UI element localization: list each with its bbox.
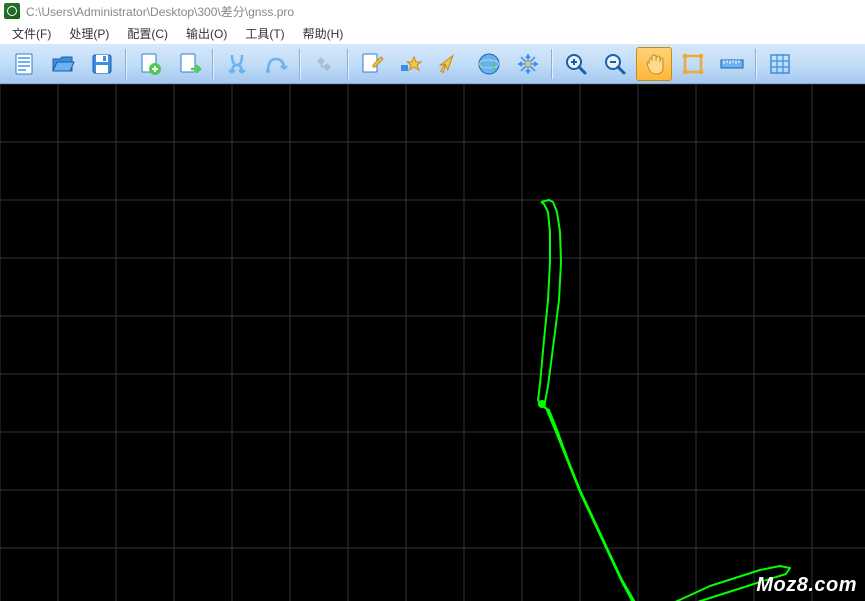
toolbar (0, 44, 865, 84)
pan-button[interactable] (636, 47, 672, 81)
route-button[interactable] (258, 47, 294, 81)
measure-star-button[interactable] (393, 47, 429, 81)
separator (212, 49, 214, 79)
globe-button[interactable] (471, 47, 507, 81)
menu-config[interactable]: 配置(C) (119, 23, 176, 44)
new-project-button[interactable] (6, 47, 42, 81)
menu-help[interactable]: 帮助(H) (295, 23, 352, 44)
menu-output[interactable]: 输出(O) (178, 23, 235, 44)
menu-process[interactable]: 处理(P) (61, 23, 117, 44)
save-project-button[interactable] (84, 47, 120, 81)
zoom-out-button[interactable] (597, 47, 633, 81)
compass-button[interactable] (510, 47, 546, 81)
app-icon (4, 3, 20, 19)
menu-file[interactable]: 文件(F) (4, 23, 59, 44)
titlebar: C:\Users\Administrator\Desktop\300\差分\gn… (0, 0, 865, 22)
pointer-button[interactable] (432, 47, 468, 81)
separator (347, 49, 349, 79)
watermark: Moz8.com (756, 574, 857, 597)
gnss-track (0, 84, 865, 601)
grid-button[interactable] (762, 47, 798, 81)
zoom-in-button[interactable] (558, 47, 594, 81)
add-file-button[interactable] (132, 47, 168, 81)
canvas-area[interactable]: Moz8.com (0, 84, 865, 601)
downlink-button[interactable] (219, 47, 255, 81)
extent-button[interactable] (675, 47, 711, 81)
ruler-button[interactable] (714, 47, 750, 81)
satellite-button[interactable] (306, 47, 342, 81)
separator (755, 49, 757, 79)
separator (299, 49, 301, 79)
export-file-button[interactable] (171, 47, 207, 81)
edit-path-button[interactable] (354, 47, 390, 81)
separator (551, 49, 553, 79)
menubar: 文件(F) 处理(P) 配置(C) 输出(O) 工具(T) 帮助(H) (0, 22, 865, 44)
menu-tools[interactable]: 工具(T) (237, 23, 292, 44)
open-project-button[interactable] (45, 47, 81, 81)
separator (125, 49, 127, 79)
window-title: C:\Users\Administrator\Desktop\300\差分\gn… (26, 3, 294, 20)
